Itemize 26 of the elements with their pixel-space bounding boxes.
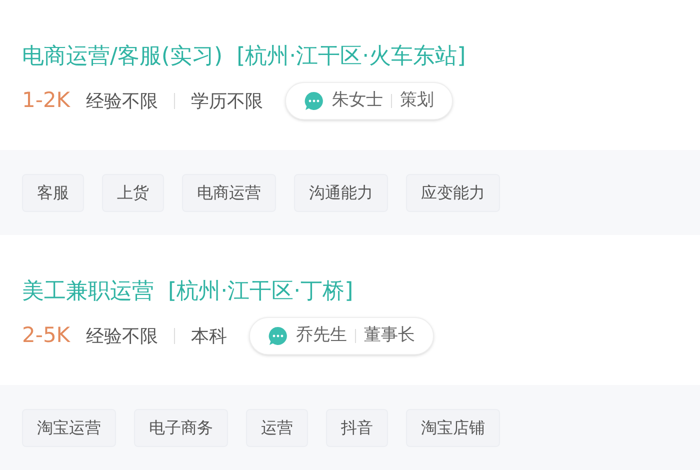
- chat-bubble-icon: [268, 326, 288, 346]
- job-location: [杭州·江干区·丁桥]: [168, 278, 354, 306]
- contact-role: 董事长: [364, 324, 416, 348]
- chat-bubble-icon: [304, 91, 324, 111]
- requirement: 本科: [191, 324, 228, 348]
- requirement: 经验不限: [86, 90, 158, 114]
- job-location: [杭州·江干区·火车东站]: [236, 43, 466, 71]
- salary: 2-5K: [22, 322, 70, 350]
- contact-role: 策划: [400, 89, 434, 112]
- skill-tag: 抖音: [326, 408, 388, 446]
- requirement: 经验不限: [86, 324, 158, 348]
- requirement: 学历不限: [191, 90, 264, 114]
- skill-tag: 电子商务: [134, 408, 228, 446]
- salary: 1-2K: [22, 87, 70, 114]
- skill-tag: 上货: [102, 174, 164, 212]
- skill-tag: 电商运营: [182, 174, 276, 212]
- contact-pill[interactable]: 朱女士 策划: [285, 82, 454, 120]
- contact-name: 乔先生: [296, 324, 348, 348]
- skill-tag: 应变能力: [406, 174, 500, 212]
- contact-pill[interactable]: 乔先生 董事长: [249, 317, 434, 355]
- skill-tag: 运营: [246, 408, 308, 446]
- skill-tag: 淘宝运营: [22, 408, 116, 446]
- contact-name: 朱女士: [332, 89, 384, 112]
- skill-tag: 沟通能力: [294, 174, 388, 212]
- skill-tag: 淘宝店铺: [406, 408, 500, 446]
- skill-tag: 客服: [22, 174, 84, 212]
